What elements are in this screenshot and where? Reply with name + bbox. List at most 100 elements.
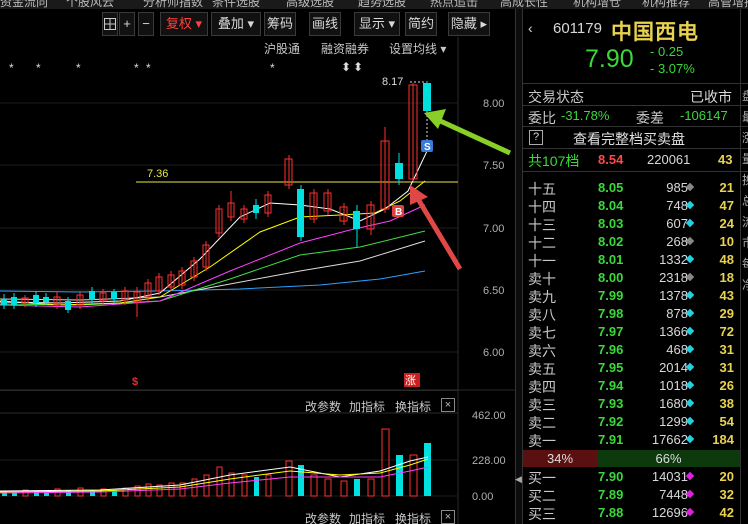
ask-row[interactable]: 卖十 8.00 2318 18 — [523, 269, 748, 287]
level-label: 十一 — [528, 253, 556, 269]
event-star-icon: * — [36, 61, 41, 75]
level-volume: 17662 — [651, 432, 688, 447]
ask-row[interactable]: 卖八 7.98 878 29 — [523, 305, 748, 323]
top-menu-item[interactable]: 趋势选股 — [358, 0, 406, 9]
level-price: 7.90 — [598, 469, 624, 484]
ask-row[interactable]: 卖六 7.96 468 31 — [523, 341, 748, 359]
level-label: 买一 — [528, 470, 556, 486]
ask-row[interactable]: 十二 8.02 268 10 — [523, 233, 748, 251]
level-order-count: 184 — [712, 432, 734, 447]
trade-status-label: 交易状态 — [528, 89, 584, 105]
view-full-depth-link[interactable]: 查看完整档买卖盘 — [573, 129, 685, 149]
add-indicator-button[interactable]: 加指标 — [349, 510, 385, 524]
level-label: 卖十 — [528, 271, 556, 287]
buy-ratio: 66% — [597, 450, 740, 467]
level-volume: 2014 — [659, 360, 688, 375]
ask-row[interactable]: 十五 8.05 985 21 — [523, 179, 748, 197]
edge-label: 涨 — [742, 129, 748, 146]
level-volume: 1366 — [659, 324, 688, 339]
level-volume: 14031 — [651, 469, 688, 484]
event-star-icon: * — [76, 61, 81, 75]
close-indicator-icon[interactable]: × — [441, 510, 455, 524]
level-volume: 985 — [666, 180, 688, 195]
level-volume: 1299 — [659, 414, 688, 429]
trade-status-value: 已收市 — [690, 89, 732, 105]
level-label: 卖八 — [528, 307, 556, 323]
top-menu-item[interactable]: 热点追击 — [430, 0, 478, 9]
collapse-arrow-icon[interactable]: ◀ — [515, 474, 522, 485]
volume-axis-label: 0.00 — [472, 491, 493, 503]
dollar-marker-icon: $ — [132, 376, 138, 388]
event-arrow-icon: ⬍ — [341, 60, 351, 74]
level-order-count: 18 — [719, 270, 734, 285]
edge-label: 每 — [742, 255, 748, 272]
bid-row[interactable]: 买三 7.88 12696 42 — [523, 504, 748, 522]
level-order-count: 38 — [719, 396, 734, 411]
kline-chart[interactable]: 8.00 7.50 7.00 6.50 6.00 * * * * * * ⬍ ⬍… — [0, 9, 515, 524]
ask-row[interactable]: 卖三 7.93 1680 38 — [523, 395, 748, 413]
ask-row[interactable]: 十一 8.01 1332 48 — [523, 251, 748, 269]
ask-row[interactable]: 卖七 7.97 1366 72 — [523, 323, 748, 341]
price-axis-label: 7.00 — [483, 223, 504, 235]
top-menu-item[interactable]: 高管增持 — [708, 0, 748, 9]
close-indicator-icon[interactable]: × — [441, 398, 455, 412]
chevron-left-icon[interactable]: ‹ — [528, 20, 533, 36]
level-volume: 1018 — [659, 378, 688, 393]
level-volume: 7448 — [659, 487, 688, 502]
change-params-button[interactable]: 改参数 — [305, 510, 341, 524]
level-price: 8.01 — [598, 252, 624, 267]
level-price: 7.97 — [598, 324, 624, 339]
level-label: 十五 — [528, 181, 556, 197]
level-order-count: 42 — [719, 505, 734, 520]
level-volume: 468 — [666, 342, 688, 357]
buy-sell-ratio-bar: 34% 66% — [523, 450, 740, 467]
top-menu-item[interactable]: 高成长性 — [500, 0, 548, 9]
event-star-icon: * — [146, 61, 151, 75]
ask-row[interactable]: 十四 8.04 748 47 — [523, 197, 748, 215]
level-price: 8.04 — [598, 198, 624, 213]
top-menu-item[interactable]: 机构增仓 — [573, 0, 621, 9]
edge-label: 盘 — [742, 87, 748, 104]
bid-row[interactable]: 买二 7.89 7448 32 — [523, 486, 748, 504]
level-label: 十四 — [528, 199, 556, 215]
ask-row[interactable]: 卖一 7.91 17662 184 — [523, 431, 748, 449]
edge-label: 总 — [742, 192, 748, 209]
level-volume: 748 — [666, 198, 688, 213]
ask-row[interactable]: 卖四 7.94 1018 26 — [523, 377, 748, 395]
top-menu-item[interactable]: 机构推荐 — [642, 0, 690, 9]
high-price-label: 8.17 — [382, 76, 403, 88]
ask-row[interactable]: 卖二 7.92 1299 54 — [523, 413, 748, 431]
level-order-count: 54 — [719, 414, 734, 429]
top-menu-item[interactable]: 高级选股 — [286, 0, 334, 9]
volume-axis-label: 228.00 — [472, 455, 506, 467]
ask-row[interactable]: 卖九 7.99 1378 43 — [523, 287, 748, 305]
current-price: 7.90 — [585, 45, 634, 73]
help-icon[interactable]: ? — [529, 130, 543, 145]
bid-row[interactable]: 买一 7.90 14031 20 — [523, 468, 748, 486]
ask-row[interactable]: 十三 8.03 607 24 — [523, 215, 748, 233]
event-star-icon: * — [270, 61, 275, 75]
level-order-count: 21 — [719, 180, 734, 195]
level-price: 8.05 — [598, 180, 624, 195]
level-price: 7.93 — [598, 396, 624, 411]
add-indicator-button[interactable]: 加指标 — [349, 398, 385, 415]
order-ratio-value: -31.78% — [561, 108, 610, 123]
volume-bars — [2, 428, 431, 497]
top-menu-item[interactable]: 分析师指数 — [143, 0, 203, 9]
change-params-button[interactable]: 改参数 — [305, 398, 341, 415]
ask-row[interactable]: 卖五 7.95 2014 31 — [523, 359, 748, 377]
level-price: 7.88 — [598, 505, 624, 520]
top-menu-item[interactable]: 资金流向 — [0, 0, 48, 9]
switch-indicator-button[interactable]: 换指标 — [395, 398, 431, 415]
level-label: 买二 — [528, 488, 556, 504]
volume-axis-label: 462.00 — [472, 410, 506, 422]
switch-indicator-button[interactable]: 换指标 — [395, 510, 431, 524]
level-label: 十三 — [528, 217, 556, 233]
edge-label: 最 — [742, 108, 748, 125]
pane-splitter[interactable]: ◀ — [515, 9, 523, 524]
limit-up-label: 涨 — [405, 374, 416, 387]
top-menu-item[interactable]: 条件选股 — [212, 0, 260, 9]
level-label: 卖五 — [528, 361, 556, 377]
top-menu-item[interactable]: 个股风云 — [66, 0, 114, 9]
level-order-count: 20 — [719, 469, 734, 484]
